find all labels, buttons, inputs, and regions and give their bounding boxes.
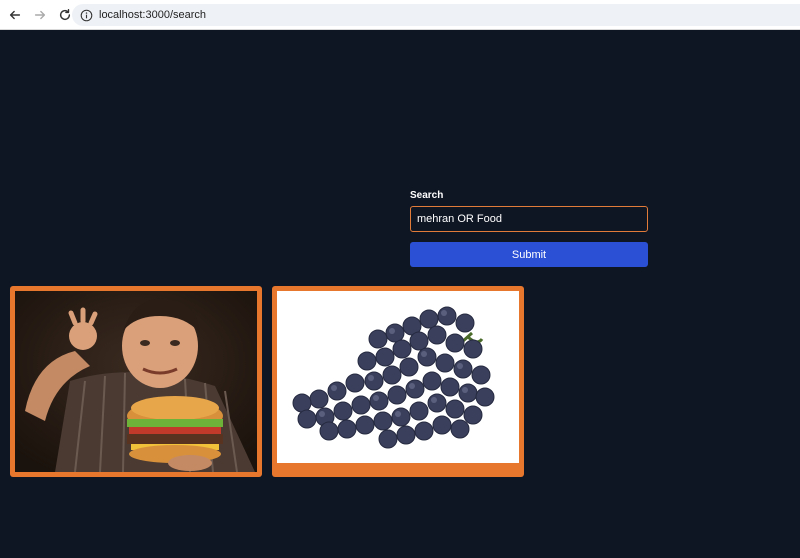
result-card-grapes[interactable] xyxy=(272,286,524,477)
search-form: Search Submit xyxy=(410,190,648,267)
arrow-right-icon xyxy=(34,10,46,19)
address-bar[interactable]: localhost:3000/search xyxy=(72,4,800,26)
search-label: Search xyxy=(410,190,444,201)
info-icon[interactable] xyxy=(80,9,93,22)
submit-button[interactable]: Submit xyxy=(410,242,648,267)
search-input[interactable] xyxy=(410,206,648,232)
forward-button[interactable] xyxy=(29,4,51,26)
reload-icon xyxy=(59,8,71,20)
url-text: localhost:3000/search xyxy=(99,9,207,21)
back-button[interactable] xyxy=(4,4,26,26)
grapes-image xyxy=(277,291,519,463)
burger-man-image xyxy=(15,291,257,472)
arrow-left-icon xyxy=(9,10,21,19)
browser-toolbar: localhost:3000/search xyxy=(0,0,800,30)
result-card-burger[interactable] xyxy=(10,286,262,477)
